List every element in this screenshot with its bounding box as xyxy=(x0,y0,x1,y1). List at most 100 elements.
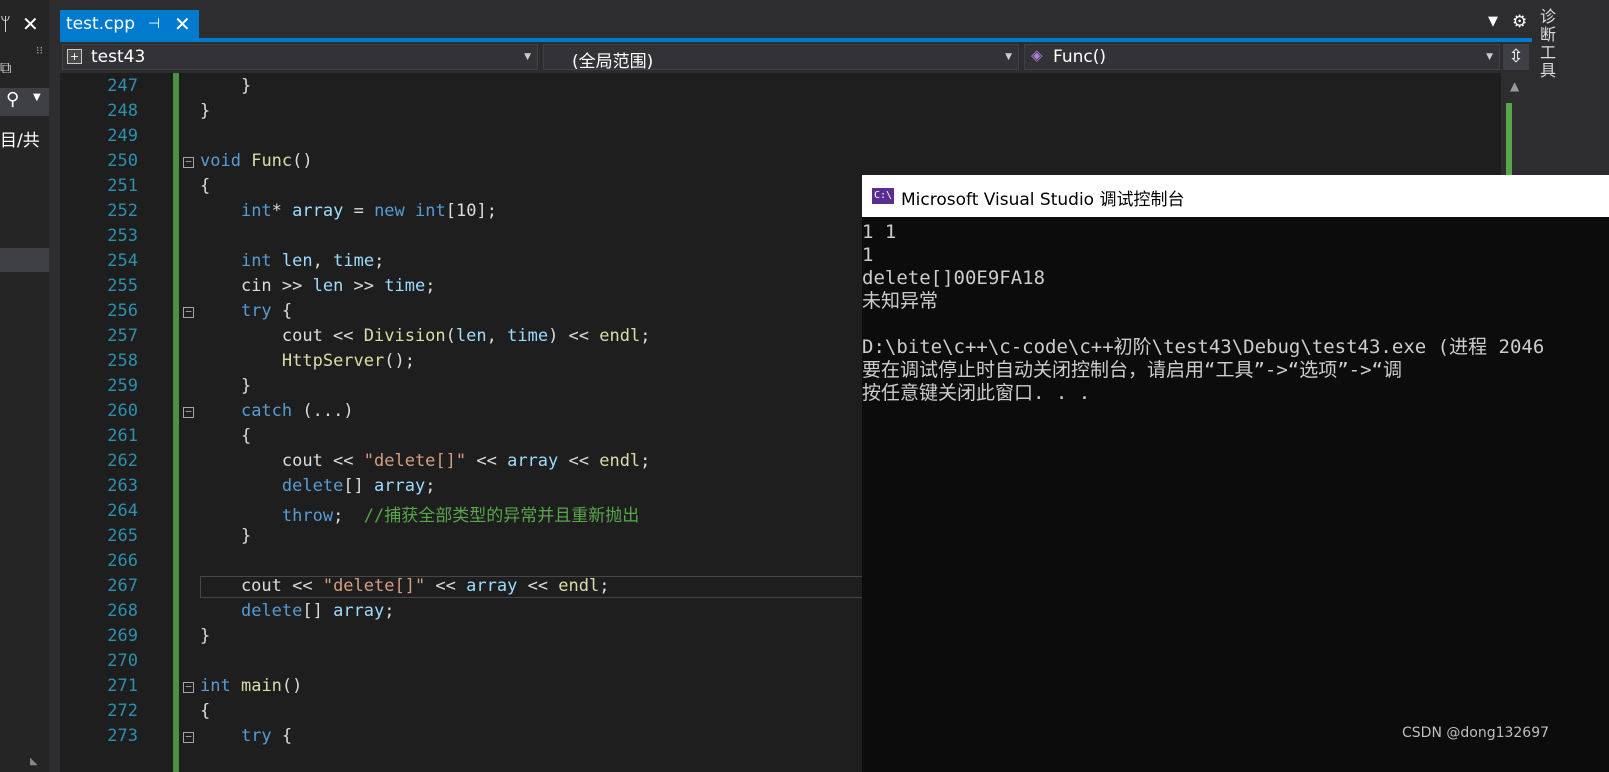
line-number: 248 xyxy=(107,101,138,121)
panel-splitter[interactable] xyxy=(49,0,60,772)
function-dropdown-label: Func() xyxy=(1053,47,1107,67)
line-number: 251 xyxy=(107,176,138,196)
code-line[interactable]: { xyxy=(200,701,210,721)
function-dropdown[interactable]: ◈ Func() ▼ xyxy=(1024,44,1500,70)
code-line[interactable]: } xyxy=(200,101,210,121)
code-line[interactable]: void Func() xyxy=(200,151,313,171)
line-number: 271 xyxy=(107,676,138,696)
line-number: 263 xyxy=(107,476,138,496)
code-line[interactable]: int* array = new int[10]; xyxy=(200,201,497,221)
pin-tab-icon[interactable]: ⊣ xyxy=(148,16,160,32)
code-line[interactable]: } xyxy=(200,76,251,96)
line-number: 261 xyxy=(107,426,138,446)
close-tab-icon[interactable]: ✕ xyxy=(174,12,191,36)
line-number: 273 xyxy=(107,726,138,746)
window-icon[interactable]: ⧉ xyxy=(0,58,11,78)
line-number: 267 xyxy=(107,576,138,596)
code-line[interactable]: cout << "delete[]" << array << endl; xyxy=(200,451,651,471)
code-line[interactable]: } xyxy=(200,376,251,396)
project-dropdown-label: test43 xyxy=(91,47,146,67)
chevron-down-icon: ▼ xyxy=(524,52,531,62)
tab-title: test.cpp xyxy=(66,14,135,34)
collapse-toggle-icon[interactable]: − xyxy=(183,156,194,168)
code-line[interactable]: int len, time; xyxy=(200,251,384,271)
line-number: 252 xyxy=(107,201,138,221)
line-number: 272 xyxy=(107,701,138,721)
code-line[interactable]: try { xyxy=(200,726,292,746)
line-number: 247 xyxy=(107,76,138,96)
code-line[interactable]: try { xyxy=(200,301,292,321)
chevron-down-icon: ▼ xyxy=(1005,52,1012,62)
code-line[interactable]: catch (...) xyxy=(200,401,354,421)
tab-test-cpp[interactable]: test.cpp ⊣ ✕ xyxy=(60,10,199,38)
console-line: D:\bite\c++\c-code\c++初阶\test43\Debug\te… xyxy=(862,336,1545,358)
chevron-down-icon: ▼ xyxy=(1486,52,1493,62)
project-dropdown[interactable]: + test43 ▼ xyxy=(62,44,538,70)
scroll-down-icon[interactable]: ◣ xyxy=(30,756,38,767)
navigation-bar: + test43 ▼ (全局范围) ▼ ◈ Func() ▼ ⇳ xyxy=(60,42,1532,73)
watermark: CSDN @dong132697 xyxy=(1402,725,1550,741)
console-line: 要在调试停止时自动关闭控制台，请启用“工具”->“选项”->“调 xyxy=(862,359,1402,381)
scope-dropdown[interactable]: (全局范围) ▼ xyxy=(543,44,1019,72)
code-line[interactable]: HttpServer(); xyxy=(200,351,415,371)
code-line[interactable]: int main() xyxy=(200,676,302,696)
pin-icon[interactable]: ᛘ xyxy=(0,14,11,35)
debug-console-window[interactable]: C:\ Microsoft Visual Studio 调试控制台 1 1 1 de… xyxy=(862,175,1609,772)
line-number: 264 xyxy=(107,501,138,521)
tab-list-dropdown-icon[interactable]: ▼ xyxy=(1488,14,1498,29)
line-number: 256 xyxy=(107,301,138,321)
collapse-toggle-icon[interactable]: − xyxy=(183,681,194,693)
search-icon: ⚲ xyxy=(6,89,20,110)
console-title: Microsoft Visual Studio 调试控制台 xyxy=(901,190,1185,210)
line-number: 249 xyxy=(107,126,138,146)
line-number: 257 xyxy=(107,326,138,346)
project-label[interactable]: 目/共 xyxy=(0,126,40,151)
console-line: delete[]00E9FA18 xyxy=(862,267,1046,289)
line-number: 269 xyxy=(107,626,138,646)
line-number: 262 xyxy=(107,451,138,471)
line-number: 254 xyxy=(107,251,138,271)
project-icon: + xyxy=(67,49,82,64)
console-line: 未知异常 xyxy=(862,290,939,312)
scope-dropdown-label: (全局范围) xyxy=(572,52,654,72)
console-output: 1 1 1 delete[]00E9FA18 未知异常 D:\bite\c++\c-c… xyxy=(862,221,1544,405)
code-line[interactable]: { xyxy=(200,426,251,446)
selected-tree-item[interactable] xyxy=(0,248,49,272)
collapse-toggle-icon[interactable]: − xyxy=(183,406,194,418)
code-line[interactable]: cout << "delete[]" << array << endl; xyxy=(200,576,610,596)
line-number: 265 xyxy=(107,526,138,546)
function-cube-icon: ◈ xyxy=(1031,46,1043,64)
overflow-icon[interactable]: ⁝⁝ xyxy=(36,44,43,57)
line-number: 258 xyxy=(107,351,138,371)
console-titlebar[interactable]: C:\ Microsoft Visual Studio 调试控制台 xyxy=(862,175,1609,217)
scroll-up-icon[interactable]: ▲ xyxy=(1510,79,1519,93)
console-line: 1 1 xyxy=(862,221,897,243)
gear-icon[interactable]: ⚙ xyxy=(1512,12,1527,32)
split-editor-button[interactable]: ⇳ xyxy=(1503,44,1529,70)
search-button[interactable]: ⚲ ▼ xyxy=(0,88,49,116)
code-line[interactable]: } xyxy=(200,526,251,546)
code-line[interactable]: cout << Division(len, time) << endl; xyxy=(200,326,651,346)
line-number: 259 xyxy=(107,376,138,396)
code-line[interactable]: } xyxy=(200,626,210,646)
line-number: 260 xyxy=(107,401,138,421)
line-number: 253 xyxy=(107,226,138,246)
console-line: 按任意键关闭此窗口. . . xyxy=(862,382,1091,404)
line-number: 270 xyxy=(107,651,138,671)
collapse-toggle-icon[interactable]: − xyxy=(183,306,194,318)
collapse-toggle-icon[interactable]: − xyxy=(183,731,194,743)
code-line[interactable]: delete[] array; xyxy=(200,476,436,496)
line-number: 255 xyxy=(107,276,138,296)
code-line[interactable]: throw; //捕获全部类型的异常并且重新抛出 xyxy=(200,501,639,526)
code-line[interactable]: delete[] array; xyxy=(200,601,395,621)
close-icon[interactable]: ✕ xyxy=(22,12,39,36)
change-tracking-bar xyxy=(173,73,179,772)
console-app-icon: C:\ xyxy=(872,188,894,204)
line-number: 250 xyxy=(107,151,138,171)
code-line[interactable]: cin >> len >> time; xyxy=(200,276,436,296)
code-line[interactable]: { xyxy=(200,176,210,196)
solution-explorer-panel: ᛘ ✕ ⁝⁝ ⧉ ⚲ ▼ 目/共 ◣ xyxy=(0,0,49,772)
diagnostics-tools-label[interactable]: 诊断工具 xyxy=(1540,8,1562,80)
document-tab-bar: test.cpp ⊣ ✕ ▼ ⚙ xyxy=(60,0,1532,42)
